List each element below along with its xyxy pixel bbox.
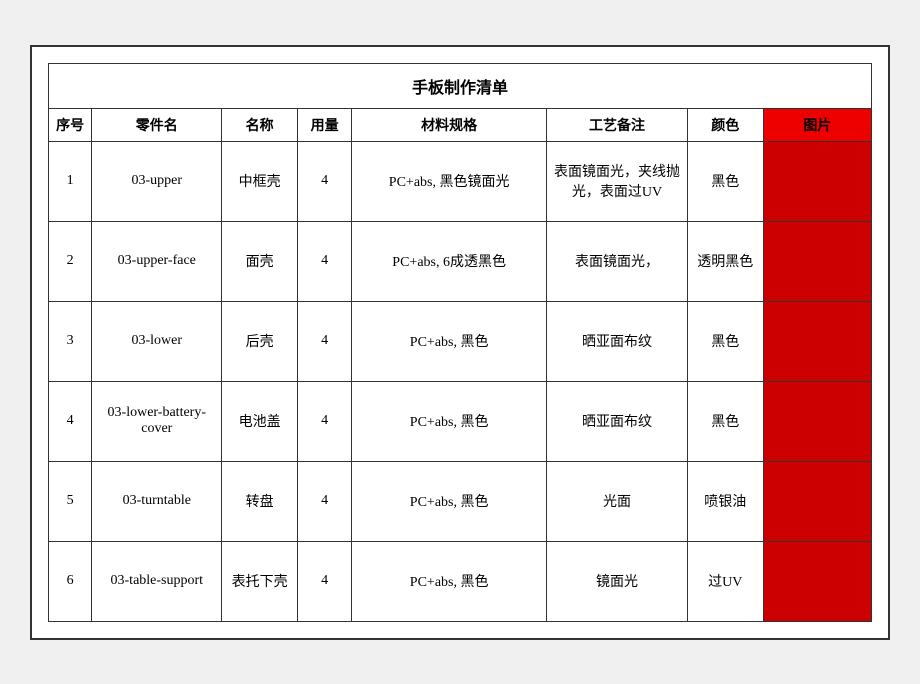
cell-process: 晒亚面布纹 xyxy=(547,301,688,381)
cell-process: 表面镜面光， xyxy=(547,221,688,301)
cell-pic xyxy=(763,381,871,461)
cell-process: 光面 xyxy=(547,461,688,541)
cell-color: 透明黑色 xyxy=(687,221,763,301)
cell-process: 晒亚面布纹 xyxy=(547,381,688,461)
cell-part: 03-upper xyxy=(92,141,222,221)
cell-seq: 5 xyxy=(49,461,92,541)
cell-qty: 4 xyxy=(298,301,352,381)
cell-qty: 4 xyxy=(298,541,352,621)
cell-name: 表托下壳 xyxy=(222,541,298,621)
header-pic: 图片 xyxy=(763,108,871,141)
header-qty: 用量 xyxy=(298,108,352,141)
header-seq: 序号 xyxy=(49,108,92,141)
cell-pic xyxy=(763,541,871,621)
cell-spec: PC+abs, 黑色 xyxy=(352,381,547,461)
table-row: 403-lower-battery-cover电池盖4PC+abs, 黑色晒亚面… xyxy=(49,381,872,461)
cell-color: 过UV xyxy=(687,541,763,621)
cell-name: 中框壳 xyxy=(222,141,298,221)
cell-color: 黑色 xyxy=(687,381,763,461)
table-title: 手板制作清单 xyxy=(48,63,872,108)
table-row: 603-table-support表托下壳4PC+abs, 黑色镜面光过UV xyxy=(49,541,872,621)
cell-pic xyxy=(763,461,871,541)
cell-color: 黑色 xyxy=(687,141,763,221)
cell-pic xyxy=(763,141,871,221)
cell-spec: PC+abs, 黑色 xyxy=(352,301,547,381)
cell-color: 喷银油 xyxy=(687,461,763,541)
cell-spec: PC+abs, 黑色 xyxy=(352,541,547,621)
cell-name: 转盘 xyxy=(222,461,298,541)
cell-qty: 4 xyxy=(298,381,352,461)
header-part: 零件名 xyxy=(92,108,222,141)
cell-name: 面壳 xyxy=(222,221,298,301)
cell-name: 后壳 xyxy=(222,301,298,381)
table-row: 503-turntable转盘4PC+abs, 黑色光面喷银油 xyxy=(49,461,872,541)
cell-seq: 2 xyxy=(49,221,92,301)
cell-part: 03-turntable xyxy=(92,461,222,541)
cell-qty: 4 xyxy=(298,141,352,221)
cell-part: 03-lower xyxy=(92,301,222,381)
cell-part: 03-lower-battery-cover xyxy=(92,381,222,461)
page-container: 手板制作清单 序号 零件名 名称 用量 材料规格 工艺备注 颜色 图片 103-… xyxy=(30,45,890,640)
cell-seq: 1 xyxy=(49,141,92,221)
cell-name: 电池盖 xyxy=(222,381,298,461)
header-color: 颜色 xyxy=(687,108,763,141)
cell-qty: 4 xyxy=(298,221,352,301)
cell-part: 03-table-support xyxy=(92,541,222,621)
cell-pic xyxy=(763,301,871,381)
table-row: 203-upper-face面壳4PC+abs, 6成透黑色表面镜面光，透明黑色 xyxy=(49,221,872,301)
cell-spec: PC+abs, 黑色 xyxy=(352,461,547,541)
cell-part: 03-upper-face xyxy=(92,221,222,301)
cell-process: 镜面光 xyxy=(547,541,688,621)
cell-color: 黑色 xyxy=(687,301,763,381)
cell-pic xyxy=(763,221,871,301)
header-name: 名称 xyxy=(222,108,298,141)
cell-qty: 4 xyxy=(298,461,352,541)
header-row: 序号 零件名 名称 用量 材料规格 工艺备注 颜色 图片 xyxy=(49,108,872,141)
cell-seq: 6 xyxy=(49,541,92,621)
table-row: 103-upper中框壳4PC+abs, 黑色镜面光表面镜面光，夹线抛光，表面过… xyxy=(49,141,872,221)
cell-seq: 3 xyxy=(49,301,92,381)
main-table: 序号 零件名 名称 用量 材料规格 工艺备注 颜色 图片 103-upper中框… xyxy=(48,108,872,622)
cell-process: 表面镜面光，夹线抛光，表面过UV xyxy=(547,141,688,221)
cell-spec: PC+abs, 6成透黑色 xyxy=(352,221,547,301)
cell-spec: PC+abs, 黑色镜面光 xyxy=(352,141,547,221)
header-process: 工艺备注 xyxy=(547,108,688,141)
header-spec: 材料规格 xyxy=(352,108,547,141)
cell-seq: 4 xyxy=(49,381,92,461)
table-row: 303-lower后壳4PC+abs, 黑色晒亚面布纹黑色 xyxy=(49,301,872,381)
